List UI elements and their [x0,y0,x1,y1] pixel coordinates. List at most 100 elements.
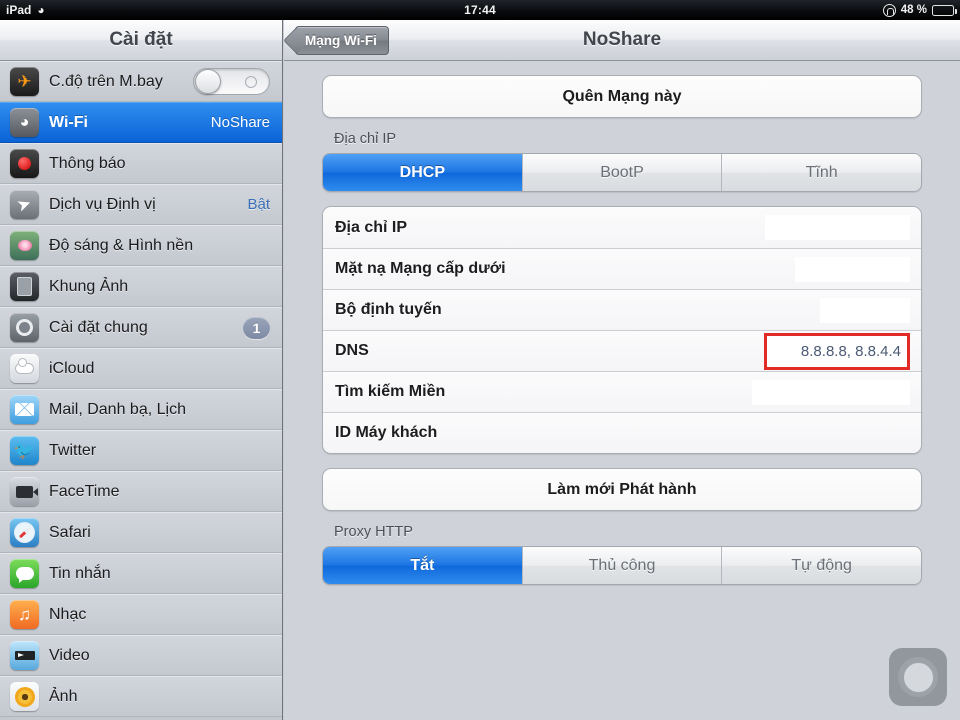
table-row[interactable]: Địa chỉ IP [323,207,921,248]
proxy-mode-segmented-control[interactable]: Tắt Thủ công Tự động [322,546,922,585]
wifi-icon: ◕ [10,108,39,137]
forget-network-button[interactable]: Quên Mạng này [323,76,921,117]
detail-content: Quên Mạng này Địa chỉ IP DHCP BootP Tĩnh Đ… [284,61,960,585]
sidebar-item-label: Mail, Danh bạ, Lịch [49,400,186,418]
table-row[interactable]: Bộ định tuyến [323,289,921,330]
proxy-mode-option-t-t[interactable]: Tắt [323,547,522,584]
sidebar-item-label: Video [49,646,90,664]
notifications-icon [10,149,39,178]
battery-percent-label: 48 % [900,4,927,16]
sidebar-item-label: Thông báo [49,154,126,172]
table-row-value[interactable] [820,297,910,323]
table-row-label: Bộ định tuyến [335,301,442,318]
status-bar-right: 48 % [882,3,960,17]
sidebar-item-s-ng-h-nh-n-n[interactable]: Độ sáng & Hình nền [0,225,282,266]
table-row-label: Tìm kiếm Miền [335,383,446,400]
sidebar-item-badge: 1 [243,316,270,339]
sidebar-title: Cài đặt [109,29,173,50]
sidebar-item-video[interactable]: Video [0,635,282,676]
toggle-knob [195,69,221,94]
table-row-label: Địa chỉ IP [335,218,408,236]
sidebar-item-label: Wi-Fi [49,113,88,131]
sidebar-item-th-ng-b-o[interactable]: Thông báo [0,143,282,184]
sidebar-item-nh[interactable]: Ảnh [0,676,282,717]
sidebar-item-icloud[interactable]: iCloud [0,348,282,389]
sidebar-item-c-i-t-chung[interactable]: Cài đặt chung 1 [0,307,282,348]
ip-mode-option-dhcp[interactable]: DHCP [323,154,522,191]
ipad-settings-screen: iPad ◕ 17:44 48 % Cài đặt ✈ C.độ trên M.b… [0,0,960,720]
ip-mode-option-t-nh[interactable]: Tĩnh [721,154,921,191]
location-icon: ➤ [10,190,39,219]
ip-mode-option-bootp[interactable]: BootP [521,154,722,191]
battery-icon [932,4,957,16]
sidebar-list[interactable]: ✈ C.độ trên M.bay ◕ Wi-Fi NoShare Thông báo ➤ D… [0,61,282,717]
picture-frame-icon [10,272,39,301]
facetime-icon [10,477,39,506]
table-row[interactable]: ID Máy khách [323,412,921,453]
general-settings-icon [10,313,39,342]
renew-lease-panel[interactable]: Làm mới Phát hành [322,468,922,511]
sidebar-item-safari[interactable]: Safari [0,512,282,553]
assistive-touch-inner-circle [902,661,934,693]
sidebar-item-mail-danh-b-l-ch[interactable]: Mail, Danh bạ, Lịch [0,389,282,430]
proxy-section-label: Proxy HTTP [334,524,413,540]
sidebar-item-d-ch-v-nh-v[interactable]: ➤ Dịch vụ Định vị Bật [0,184,282,225]
settings-sidebar[interactable]: Cài đặt ✈ C.độ trên M.bay ◕ Wi-Fi NoShare Thô… [0,20,283,720]
sidebar-item-value: Bật [247,196,270,213]
sidebar-item-label: Twitter [49,441,97,459]
table-row-value[interactable] [765,215,910,240]
icloud-icon [10,354,39,383]
renew-lease-button[interactable]: Làm mới Phát hành [323,469,921,510]
sidebar-item-value: NoShare [210,114,270,131]
sidebar-item-label: Nhạc [49,605,87,623]
forget-network-panel[interactable]: Quên Mạng này [322,75,922,118]
proxy-mode-option-th-c-ng[interactable]: Thủ công [521,547,722,584]
brightness-wallpaper-icon [10,231,39,260]
table-row[interactable]: Mặt nạ Mạng cấp dưới [323,248,921,289]
detail-navbar: Mạng Wi-Fi NoShare [284,20,960,61]
sidebar-item-label: C.độ trên M.bay [49,72,163,90]
sidebar-item-nh-c[interactable]: ♫ Nhạc [0,594,282,635]
sidebar-item-twitter[interactable]: 🐦 Twitter [0,430,282,471]
detail-pane: Mạng Wi-Fi NoShare Quên Mạng này Địa chỉ… [284,20,960,720]
airplane-mode-toggle[interactable] [193,68,270,95]
photos-icon [10,682,39,711]
ip-section-label: Địa chỉ IP [334,131,397,147]
sidebar-item-tin-nh-n[interactable]: Tin nhắn [0,553,282,594]
status-badge[interactable]: 8.8.8.8, 8.8.4.4 [764,332,910,370]
sidebar-item-label: Safari [49,523,91,541]
ip-settings-table[interactable]: Địa chỉ IP Mặt nạ Mạng cấp dưới Bộ định tu… [322,206,922,454]
video-icon [10,641,39,670]
twitter-icon: 🐦 [10,436,39,465]
sidebar-header: Cài đặt [0,20,282,61]
sidebar-item-c-tr-n-m-bay[interactable]: ✈ C.độ trên M.bay [0,61,282,102]
rotation-lock-icon [882,3,896,17]
ip-mode-segmented-control[interactable]: DHCP BootP Tĩnh [322,153,922,192]
sidebar-item-label: Cài đặt chung [49,318,148,336]
table-row-label: Mặt nạ Mạng cấp dưới [335,260,506,277]
toggle-off-ring [245,76,257,88]
proxy-mode-option-t-ng[interactable]: Tự động [721,547,921,584]
sidebar-item-label: Dịch vụ Định vị [49,195,156,213]
sidebar-item-label: Độ sáng & Hình nền [49,236,194,254]
assistive-touch-button[interactable] [889,648,947,706]
sidebar-item-facetime[interactable]: FaceTime [0,471,282,512]
sidebar-item-label: FaceTime [49,482,120,500]
mail-icon [10,395,39,424]
back-button[interactable]: Mạng Wi-Fi [295,25,389,55]
table-row-label: DNS [335,342,369,359]
sidebar-item-label: iCloud [49,359,95,377]
sidebar-item-wi-fi[interactable]: ◕ Wi-Fi NoShare [0,102,282,143]
table-row-value[interactable] [795,256,910,282]
sidebar-item-khung-nh[interactable]: Khung Ảnh [0,266,282,307]
table-row[interactable]: Tìm kiếm Miền [323,371,921,412]
music-icon: ♫ [10,600,39,629]
assistive-touch-outer-ring [898,657,938,697]
sidebar-item-label: Tin nhắn [49,564,111,582]
table-row-value[interactable] [752,379,910,405]
status-bar: iPad ◕ 17:44 48 % [0,0,960,20]
table-row-value: 8.8.8.8, 8.8.4.4 [800,342,901,360]
table-row-label: ID Máy khách [335,424,438,441]
sidebar-item-label: Khung Ảnh [49,277,129,295]
table-row[interactable]: DNS 8.8.8.8, 8.8.4.4 [323,330,921,371]
